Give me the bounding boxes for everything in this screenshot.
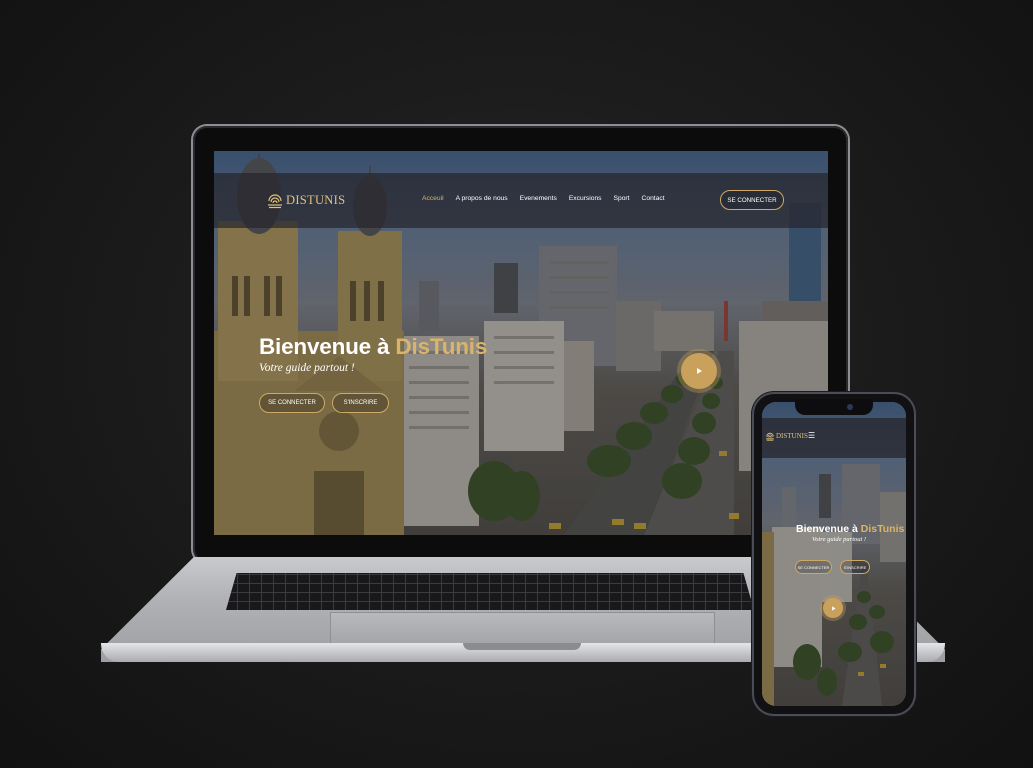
mobile-signup-button[interactable]: S'INSCRIRE (840, 560, 870, 574)
mobile-hero-subtitle: Votre guide partout ! (812, 536, 867, 543)
mobile-hero-title-brand: DisTunis (860, 523, 905, 535)
fingerprint-logo-icon (268, 194, 282, 209)
nav-item-excursions[interactable]: Excursions (569, 195, 602, 202)
mobile-brand-name: DISTUNIS (776, 432, 808, 440)
hamburger-menu-icon[interactable]: ☰ (808, 432, 815, 440)
nav-item-contact[interactable]: Contact (642, 195, 665, 202)
nav-item-evenements[interactable]: Evenements (520, 195, 557, 202)
fingerprint-logo-icon (766, 432, 774, 441)
play-video-button[interactable] (681, 353, 717, 389)
nav-item-acceuil[interactable]: Acceuil (422, 195, 444, 202)
laptop-keyboard (226, 573, 754, 610)
laptop-notch (463, 643, 581, 650)
desktop-site: DISTUNIS Acceuil A propos de nous Evenem… (214, 151, 828, 535)
mobile-hero-title: Bienvenue à DisTunis (796, 523, 904, 535)
hero-login-button[interactable]: SE CONNECTER (259, 393, 325, 413)
play-icon (831, 605, 836, 611)
play-icon (697, 368, 702, 374)
phone-notch (795, 399, 873, 415)
laptop-trackpad (330, 612, 715, 645)
hero-signup-button[interactable]: S'INSCRIRE (332, 393, 389, 413)
main-menu: Acceuil A propos de nous Evenements Excu… (422, 195, 665, 202)
site-logo[interactable]: DISTUNIS (266, 191, 345, 209)
hero-title: Bienvenue à DisTunis (259, 334, 487, 360)
nav-item-sport[interactable]: Sport (614, 195, 630, 202)
mobile-hero-title-prefix: Bienvenue à (796, 523, 858, 535)
hero-title-prefix: Bienvenue à (259, 334, 390, 359)
mobile-login-button[interactable]: SE CONNECTER (795, 560, 832, 574)
mobile-play-video-button[interactable] (823, 598, 843, 618)
phone-camera (847, 404, 853, 410)
brand-name: DISTUNIS (286, 192, 346, 207)
mobile-site-logo[interactable]: DISTUNIS (765, 431, 808, 441)
mobile-site: DISTUNIS ☰ Bienvenue à DisTunis Votre gu… (762, 402, 906, 706)
nav-item-a-propos[interactable]: A propos de nous (456, 195, 508, 202)
hero-title-brand: DisTunis (395, 334, 488, 359)
hero-subtitle: Votre guide partout ! (259, 362, 355, 374)
header-login-button[interactable]: SE CONNECTER (720, 190, 784, 210)
